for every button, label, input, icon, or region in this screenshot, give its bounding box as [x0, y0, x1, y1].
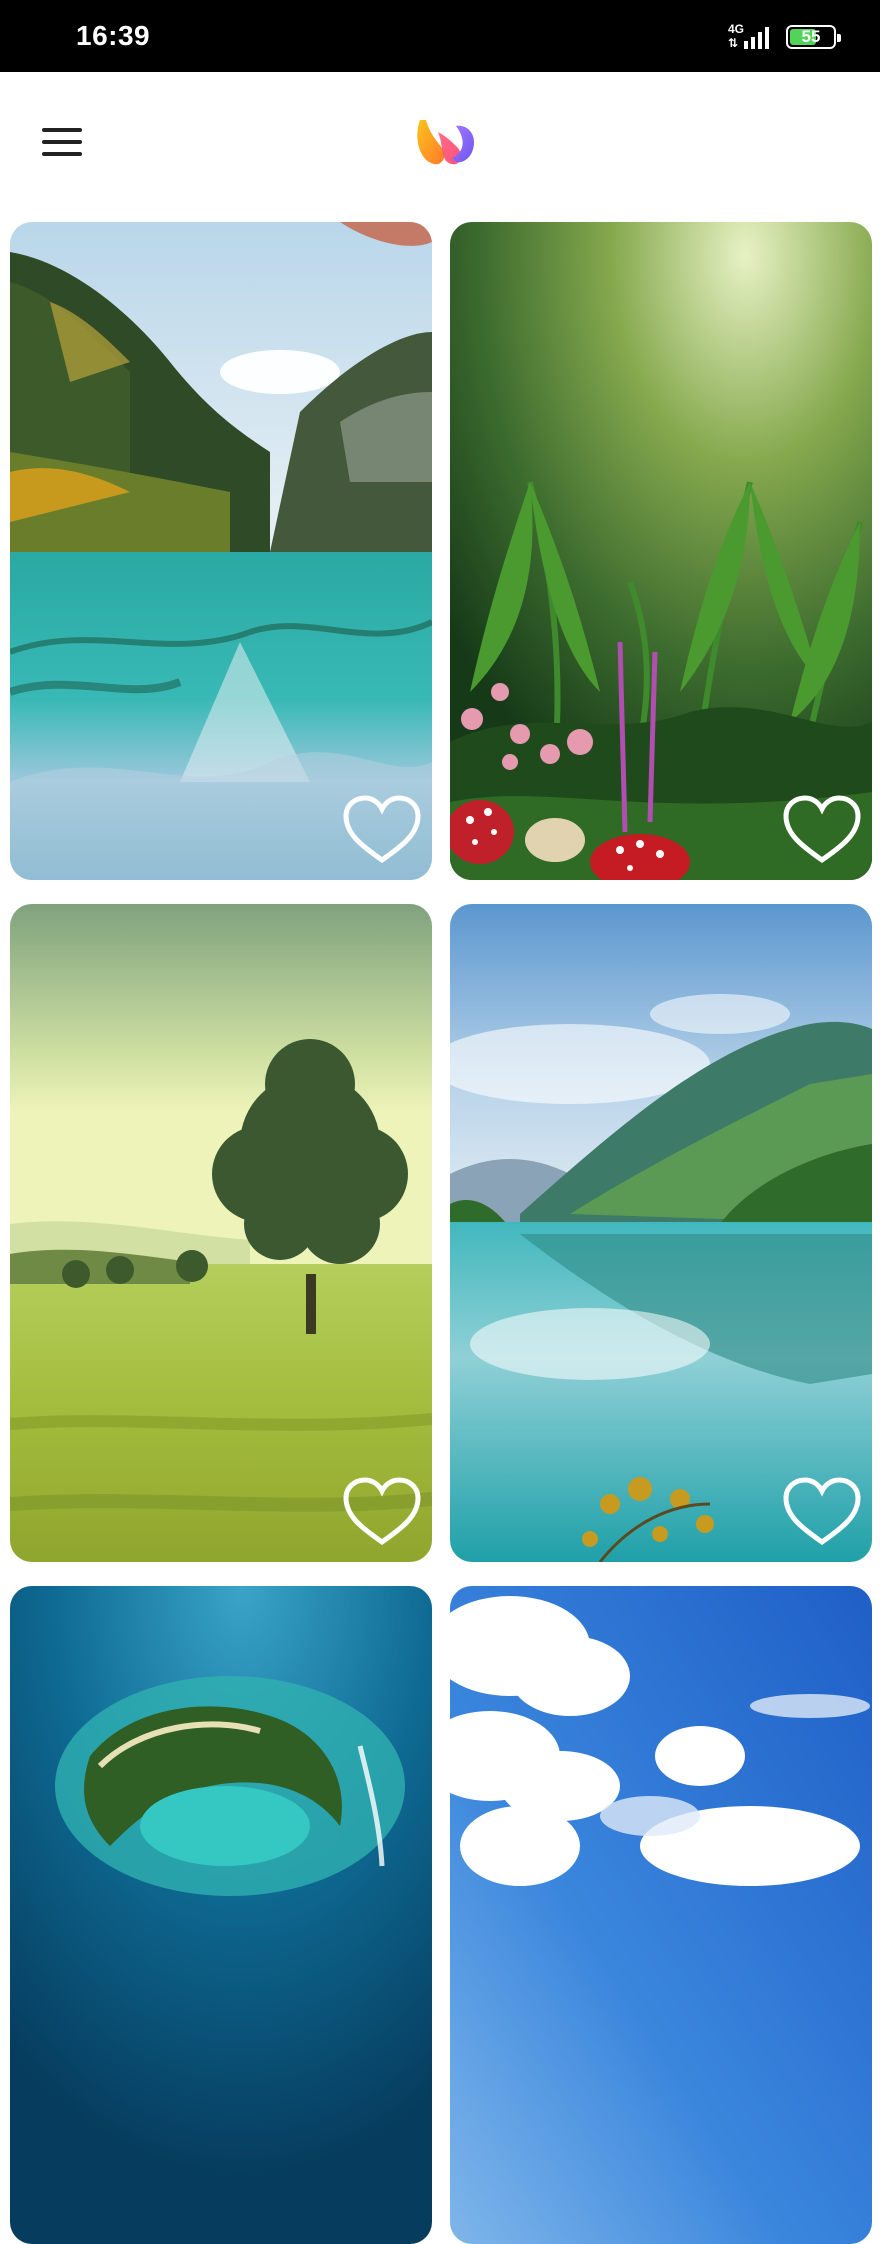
app-logo-icon [417, 120, 475, 165]
wallpaper-image-lone-tree [10, 904, 432, 1562]
wallpaper-card-4[interactable] [450, 904, 872, 1562]
status-bar: 16:39 4G ⇅ 55 [0, 0, 880, 72]
wallpaper-image-alpine-lake [450, 904, 872, 1562]
signal-icon [744, 25, 774, 49]
status-time: 16:39 [76, 20, 151, 51]
battery-level: 55 [801, 27, 821, 46]
menu-icon[interactable] [38, 122, 88, 162]
battery-icon: 55 [786, 25, 841, 49]
heart-outline-icon[interactable] [782, 794, 862, 866]
wallpaper-card-6[interactable] [450, 1586, 872, 2244]
heart-outline-icon[interactable] [782, 1476, 862, 1548]
wallpaper-image-aerial-island [10, 1586, 432, 2244]
network-label: 4G [728, 22, 745, 36]
wallpaper-image-mountain-lake [10, 222, 432, 880]
wallpaper-card-5[interactable] [10, 1586, 432, 2244]
heart-outline-icon[interactable] [342, 794, 422, 866]
wallpaper-card-1[interactable] [10, 222, 432, 880]
data-arrows-icon: ⇅ [728, 36, 739, 50]
network-type: 4G ⇅ [728, 22, 745, 50]
wallpaper-image-sky-clouds [450, 1586, 872, 2244]
heart-outline-icon[interactable] [342, 1476, 422, 1548]
wallpaper-image-fern-forest [450, 222, 872, 880]
app-bar [0, 72, 880, 222]
wallpaper-card-2[interactable] [450, 222, 872, 880]
wallpaper-card-3[interactable] [10, 904, 432, 1562]
